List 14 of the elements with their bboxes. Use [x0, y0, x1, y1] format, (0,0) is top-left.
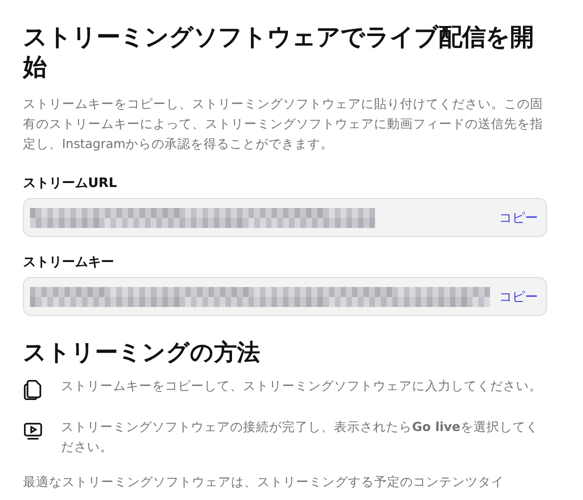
description-text: ストリームキーをコピーし、ストリーミングソフトウェアに貼り付けてください。この固有のストリームキーによって、ストリーミングソフトウェアに動画フィードの送信先を指定し、Instagramからの承認を得ることができます。	[23, 95, 544, 153]
section-heading: ストリーミングの方法	[23, 339, 261, 368]
input-field[interactable]: コピー	[23, 198, 547, 237]
field-label: ストリームURL	[23, 175, 118, 192]
video-play-icon	[23, 420, 43, 442]
field-label: ストリームキー	[23, 254, 115, 271]
copy-button[interactable]: コピー	[499, 288, 538, 306]
copy-button[interactable]: コピー	[499, 208, 538, 226]
input-field[interactable]: コピー	[23, 277, 547, 316]
step-text: ストリームキーをコピーして、ストリーミングソフトウェアに入力してください。	[61, 377, 542, 395]
copy-icon	[23, 379, 43, 401]
footer-text: 最適なストリーミングソフトウェアは、ストリーミングする予定のコンテンツタイ	[23, 473, 505, 491]
page-title: ストリーミングソフトウェアでライブ配信を開始	[23, 22, 534, 82]
step-text: ストリーミングソフトウェアの接続が完了し、表示されたらGo liveを選択してください。	[61, 418, 540, 456]
